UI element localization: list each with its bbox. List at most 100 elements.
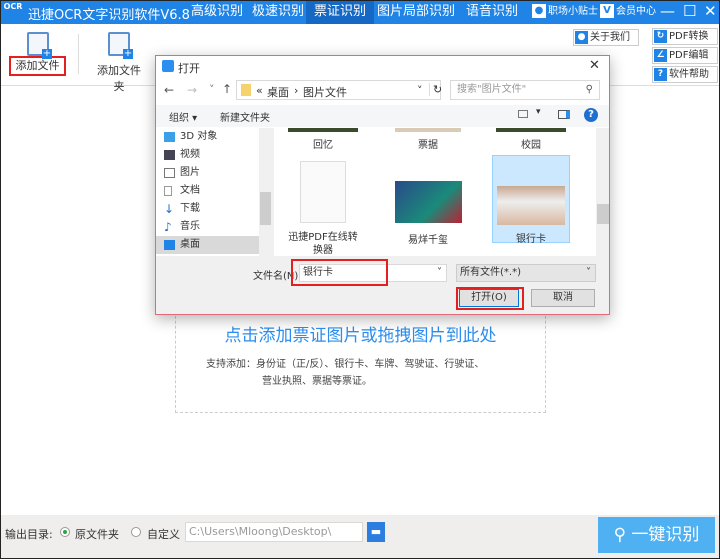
open-button[interactable]: 打开(O): [459, 289, 519, 307]
divider: [78, 34, 79, 74]
dialog-title: 打开: [178, 62, 200, 75]
breadcrumb-desktop[interactable]: 桌面: [267, 84, 289, 100]
nav-documents[interactable]: 文档: [156, 182, 259, 200]
add-file-icon: [27, 32, 52, 62]
nav-downloads[interactable]: ↓ 下载: [156, 200, 259, 218]
search-input[interactable]: 搜索"图片文件" ⚲: [450, 80, 600, 100]
file-item[interactable]: 校园: [492, 128, 570, 151]
image-thumbnail: [394, 181, 462, 223]
search-icon: ⚲: [613, 525, 632, 545]
nav-pane: 3D 对象 视频 图片 文档 ↓ 下载 ♪ 音乐 桌面: [156, 128, 259, 256]
desktop-icon: [164, 240, 175, 250]
tab-voice[interactable]: 语音识别: [458, 0, 526, 24]
member-icon: V: [600, 4, 614, 18]
dialog-close-button[interactable]: ✕: [589, 58, 600, 73]
help-button[interactable]: ? 软件帮助: [652, 66, 718, 83]
pdf-convert-button[interactable]: ↻ PDF转换: [652, 28, 718, 45]
highlight-box: [291, 259, 388, 286]
document-thumbnail: [300, 161, 346, 223]
help-icon: ?: [654, 67, 667, 81]
app-logo: OCR: [3, 2, 23, 11]
tab-fast[interactable]: 极速识别: [244, 0, 312, 24]
minimize-button[interactable]: —: [660, 2, 675, 20]
help-label: 软件帮助: [669, 69, 709, 80]
video-icon: [164, 150, 175, 160]
cube-icon: [164, 132, 175, 142]
about-button[interactable]: ● 关于我们: [573, 29, 639, 46]
up-button[interactable]: ↑: [222, 82, 232, 96]
nav-3d-objects[interactable]: 3D 对象: [156, 128, 259, 146]
maximize-button[interactable]: ☐: [683, 2, 696, 20]
file-item[interactable]: 迅捷PDF在线转换器: [284, 161, 362, 256]
pencil-icon: ∠: [654, 48, 667, 62]
pdf-edit-button[interactable]: ∠ PDF编辑: [652, 47, 718, 64]
filetype-select[interactable]: 所有文件(*.*) ˅: [456, 264, 596, 282]
recognize-label: 一键识别: [631, 525, 700, 545]
cancel-button[interactable]: 取消: [531, 289, 595, 307]
tab-advanced[interactable]: 高级识别: [183, 0, 251, 24]
radio-original[interactable]: [60, 527, 70, 537]
file-item[interactable]: 票据: [389, 128, 467, 151]
breadcrumb-prefix: «: [256, 84, 263, 97]
output-path-input[interactable]: C:\Users\Mloong\Desktop\: [185, 522, 363, 542]
help-icon[interactable]: ?: [584, 108, 598, 122]
drop-title: 点击添加票证图片或拖拽图片到此处: [224, 326, 497, 346]
forward-button[interactable]: →: [187, 83, 197, 97]
opt-original-label: 原文件夹: [75, 528, 119, 541]
tab-partial[interactable]: 图片局部识别: [369, 0, 463, 24]
music-icon: ♪: [164, 220, 172, 234]
address-dropdown-icon[interactable]: ˅: [417, 84, 423, 97]
close-button[interactable]: ✕: [704, 2, 717, 20]
download-icon: ↓: [164, 202, 175, 216]
address-bar[interactable]: « 桌面 › 图片文件 ˅ ↻: [236, 80, 442, 100]
nav-pictures[interactable]: 图片: [156, 164, 259, 182]
preview-pane-icon[interactable]: [558, 110, 570, 119]
tips-label: 职场小贴士: [548, 6, 598, 17]
nav-music[interactable]: ♪ 音乐: [156, 218, 259, 236]
convert-icon: ↻: [654, 29, 667, 43]
breadcrumb-sep: ›: [294, 84, 299, 97]
member-button[interactable]: V 会员中心: [600, 4, 656, 20]
add-folder-button[interactable]: 添加文件夹: [92, 32, 146, 94]
bottom-bar: 输出目录: 原文件夹 自定义 C:\Users\Mloong\Desktop\ …: [0, 515, 720, 559]
recognize-button[interactable]: ⚲ 一键识别: [598, 517, 715, 553]
radio-custom[interactable]: [131, 527, 141, 537]
dialog-title-bar: 打开 ✕: [156, 56, 609, 78]
recent-button[interactable]: ˅: [209, 83, 215, 96]
nav-scrollbar[interactable]: [260, 128, 271, 256]
tab-ticket[interactable]: 票证识别: [306, 0, 375, 24]
view-dropdown-icon[interactable]: ▾: [536, 107, 541, 117]
opt-custom-label: 自定义: [147, 528, 180, 541]
add-folder-icon: [108, 32, 133, 59]
file-item[interactable]: 回忆: [284, 128, 362, 151]
back-button[interactable]: ←: [164, 83, 174, 97]
breadcrumb-folder[interactable]: 图片文件: [303, 84, 347, 100]
pdf-edit-label: PDF编辑: [669, 50, 709, 61]
browse-folder-icon[interactable]: ▬: [367, 522, 385, 542]
picture-icon: [164, 168, 175, 178]
tips-button[interactable]: ● 职场小贴士: [532, 4, 598, 20]
user-icon: ●: [532, 4, 546, 18]
output-label: 输出目录:: [5, 528, 53, 541]
file-item[interactable]: 易烊千玺: [389, 181, 467, 246]
search-placeholder: 搜索"图片文件": [457, 84, 527, 95]
image-thumbnail: [497, 186, 565, 225]
member-label: 会员中心: [616, 6, 656, 17]
file-list: 回忆 票据 校园 迅捷PDF在线转换器 易烊千玺 银行卡: [274, 128, 596, 256]
dialog-app-icon: [162, 60, 174, 72]
file-item-selected[interactable]: 银行卡: [492, 155, 570, 245]
filetype-value: 所有文件(*.*): [460, 267, 521, 278]
add-folder-label: 添加文件夹: [97, 64, 141, 93]
nav-videos[interactable]: 视频: [156, 146, 259, 164]
new-folder-button[interactable]: 新建文件夹: [220, 109, 270, 124]
refresh-button[interactable]: ↻: [429, 83, 442, 96]
nav-desktop[interactable]: 桌面: [156, 236, 259, 254]
file-scrollbar[interactable]: [597, 128, 609, 256]
dropdown-icon[interactable]: ˅: [437, 265, 442, 281]
document-icon: [164, 186, 172, 196]
app-title: 迅捷OCR文字识别软件V6.8: [28, 8, 190, 23]
view-icon[interactable]: [518, 110, 528, 118]
organize-button[interactable]: 组织 ▾: [169, 109, 197, 124]
drop-desc-2: 营业执照、票据等票证。: [262, 376, 372, 387]
dropdown-icon: ˅: [586, 267, 591, 278]
